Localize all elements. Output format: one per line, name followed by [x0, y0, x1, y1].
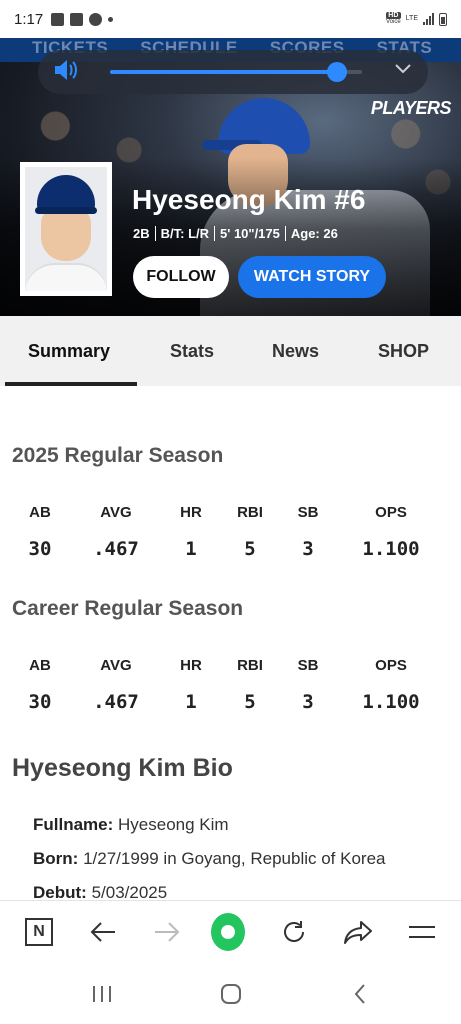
player-tabs: Summary Stats News SHOP: [0, 316, 461, 386]
signal-icon: [423, 13, 434, 25]
stat-value: 5: [244, 691, 256, 713]
stat-value: .467: [93, 538, 139, 560]
player-meta: 2B B/T: L/R 5' 10"/175 Age: 26: [133, 226, 343, 241]
volume-overlay[interactable]: [38, 50, 428, 94]
stat-header: OPS: [375, 504, 407, 521]
tab-shop[interactable]: SHOP: [378, 316, 429, 386]
player-hero: TICKETS SCHEDULE SCORES STATS PLAYERS Hy…: [0, 38, 461, 316]
volume-slider-fill: [110, 70, 337, 74]
tab-stats[interactable]: Stats: [170, 316, 214, 386]
bio-row-fullname: Fullname: Hyeseong Kim: [33, 815, 229, 835]
stat-value: 30: [28, 691, 52, 713]
menu-icon[interactable]: [405, 915, 439, 949]
stat-value: 1.100: [362, 691, 420, 713]
tab-news[interactable]: News: [272, 316, 319, 386]
bio-row-born: Born: 1/27/1999 in Goyang, Republic of K…: [33, 849, 386, 869]
stat-header: OPS: [375, 657, 407, 674]
stat-value: 3: [302, 538, 314, 560]
stat-header: RBI: [237, 657, 263, 674]
stat-value: 30: [28, 538, 52, 560]
back-icon[interactable]: [86, 915, 120, 949]
notification-app-icon: [51, 12, 65, 26]
player-name: Hyeseong Kim #6: [132, 184, 366, 215]
volume-icon[interactable]: [52, 58, 80, 87]
active-tab-indicator: [5, 382, 137, 386]
stat-value: .467: [93, 691, 139, 713]
volume-slider[interactable]: [110, 62, 362, 82]
lte-icon: LTE: [405, 15, 418, 22]
reload-icon[interactable]: [277, 915, 311, 949]
stat-value: 3: [302, 691, 314, 713]
status-bar: 1:17 HD Voice LTE: [0, 0, 461, 38]
volume-slider-handle[interactable]: [326, 62, 347, 82]
bio-value: Hyeseong Kim: [118, 815, 229, 834]
chevron-down-icon[interactable]: [394, 62, 412, 80]
stat-header: SB: [297, 504, 319, 521]
stat-value: 5: [244, 538, 256, 560]
player-position: 2B: [133, 226, 150, 241]
player-bats-throws: B/T: L/R: [154, 226, 214, 241]
forward-icon[interactable]: [150, 915, 184, 949]
watch-story-button[interactable]: WATCH STORY: [238, 256, 386, 298]
stat-header: AB: [29, 504, 51, 521]
stat-value: 1: [185, 691, 197, 713]
notification-bag-icon: [70, 12, 84, 26]
stat-header: HR: [180, 504, 202, 521]
notification-icons: [51, 12, 114, 26]
stat-value: 1.100: [362, 538, 420, 560]
stat-header: AVG: [100, 504, 132, 521]
brand-logo: PLAYERS: [370, 98, 452, 118]
stat-header: AVG: [100, 657, 132, 674]
notification-ball-icon: [89, 12, 103, 26]
player-height-weight: 5' 10"/175: [214, 226, 285, 241]
player-headshot: [20, 162, 112, 296]
home-icon[interactable]: [211, 913, 245, 951]
tab-summary[interactable]: Summary: [28, 316, 110, 386]
player-age: Age: 26: [284, 226, 343, 241]
system-nav-bar: [0, 964, 461, 1024]
stat-header: SB: [297, 657, 319, 674]
season-stats-title: 2025 Regular Season: [12, 444, 224, 467]
bio-label: Fullname:: [33, 815, 114, 834]
back-icon[interactable]: [345, 980, 375, 1008]
bio-title: Hyeseong Kim Bio: [12, 754, 233, 782]
follow-button[interactable]: FOLLOW: [133, 256, 229, 298]
career-stats-title: Career Regular Season: [12, 597, 244, 620]
stat-value: 1: [185, 538, 197, 560]
bio-label: Born:: [33, 849, 79, 868]
home-icon[interactable]: [216, 980, 246, 1008]
browser-toolbar: N: [0, 900, 461, 964]
n-tab-icon[interactable]: N: [22, 915, 56, 949]
bio-value: 1/27/1999 in Goyang, Republic of Korea: [83, 849, 386, 868]
stat-header: AB: [29, 657, 51, 674]
notification-more-icon: [108, 16, 114, 22]
share-icon[interactable]: [341, 915, 375, 949]
hd-voice-icon: HD Voice: [385, 12, 401, 25]
stat-header: HR: [180, 657, 202, 674]
battery-icon: [439, 12, 447, 26]
status-time: 1:17: [14, 10, 44, 28]
recents-icon[interactable]: [87, 980, 117, 1008]
stat-header: RBI: [237, 504, 263, 521]
system-status: HD Voice LTE: [385, 12, 447, 26]
